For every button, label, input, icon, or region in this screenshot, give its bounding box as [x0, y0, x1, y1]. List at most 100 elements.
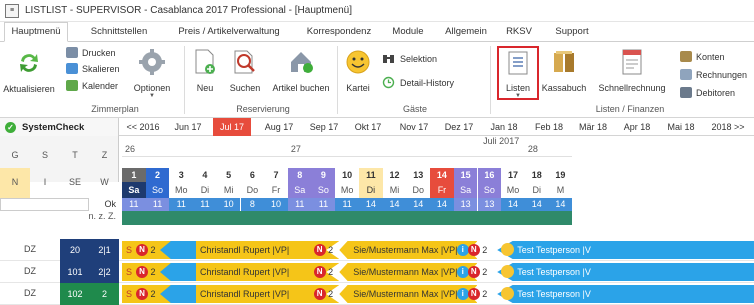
day-number[interactable]: 12	[382, 168, 407, 182]
guest-name[interactable]: Sie/Mustermann Max |VP|	[353, 267, 458, 279]
weekday-label: Mo	[501, 182, 525, 198]
month-link[interactable]: Mär 18	[572, 118, 614, 136]
room-number[interactable]: 102	[60, 283, 90, 305]
ok-label[interactable]: Ok	[89, 199, 119, 211]
info-badge: i	[456, 244, 469, 256]
day-number[interactable]: 14	[430, 168, 454, 182]
tab-korrespondenz[interactable]: Korrespondenz	[302, 23, 376, 41]
tab-support[interactable]: Support	[548, 23, 596, 41]
artikel-buchen-button[interactable]: Artikel buchen	[268, 48, 334, 93]
drucken-button[interactable]: Drucken	[66, 47, 116, 58]
notice-badge: N	[313, 244, 326, 256]
day-number[interactable]: 5	[216, 168, 241, 182]
kassabuch-button[interactable]: Kassabuch	[540, 48, 588, 93]
day-number[interactable]: 4	[193, 168, 217, 182]
day-number[interactable]: 8	[287, 168, 312, 182]
group-label-listen-finanzen: Listen / Finanzen	[595, 104, 665, 114]
filter-input[interactable]	[0, 198, 89, 211]
day-number[interactable]: 2	[145, 168, 170, 182]
selektion-button[interactable]: Selektion	[382, 52, 437, 65]
tab-module[interactable]: Module	[384, 23, 432, 41]
day-number[interactable]: 19	[548, 168, 573, 182]
detail-history-button[interactable]: Detail-History	[382, 76, 454, 89]
chevron-down-icon: ▼	[149, 93, 155, 99]
month-link[interactable]: Okt 17	[347, 118, 389, 136]
weekday-label: Sa	[453, 182, 478, 198]
left-header-col2: I	[43, 177, 47, 187]
tab-rksv[interactable]: RKSV	[502, 23, 536, 41]
listen-button[interactable]: Listen ▼	[499, 50, 537, 99]
group-label-reservierung: Reservierung	[236, 104, 290, 114]
neu-button[interactable]: Neu	[188, 48, 222, 93]
month-link[interactable]: Jan 18	[483, 118, 525, 136]
month-link[interactable]: Sep 17	[303, 118, 345, 136]
tab-hauptmenue[interactable]: Hauptmenü	[4, 22, 68, 42]
week-number: 28	[527, 144, 538, 154]
status-s-label: S	[125, 289, 132, 299]
left-header-col2: W	[100, 177, 109, 187]
weekday-label: So	[311, 182, 336, 198]
month-link[interactable]: Apr 18	[616, 118, 658, 136]
app-icon: ≡	[5, 3, 19, 18]
guest-name[interactable]: Sie/Mustermann Max |VP|	[353, 245, 458, 257]
guest-name[interactable]: Christandl Rupert |VP|	[200, 267, 315, 279]
systemcheck-button[interactable]: ✓ SystemCheck	[0, 118, 119, 136]
day-number[interactable]: 3	[169, 168, 194, 182]
notice-badge: N	[467, 266, 480, 278]
room-type: DZ	[24, 288, 36, 298]
month-link[interactable]: Feb 18	[528, 118, 570, 136]
guest-name[interactable]: Test Testperson |V	[517, 245, 754, 257]
month-link[interactable]: Aug 17	[258, 118, 300, 136]
day-number[interactable]: 17	[501, 168, 525, 182]
schnellrechnung-button[interactable]: Schnellrechnung	[594, 48, 670, 93]
tab-allgemein[interactable]: Allgemein	[440, 23, 492, 41]
skalieren-button[interactable]: Skalieren	[66, 63, 120, 74]
month-link[interactable]: Nov 17	[393, 118, 435, 136]
day-number[interactable]: 18	[524, 168, 549, 182]
guest-name[interactable]: Sie/Mustermann Max |VP|	[353, 289, 458, 301]
notice-count: 2	[150, 289, 156, 299]
konten-button[interactable]: Konten	[680, 51, 725, 62]
day-number[interactable]: 11	[359, 168, 383, 182]
availability-count: 14	[359, 198, 383, 211]
new-document-icon	[195, 49, 215, 74]
debitoren-button[interactable]: Debitoren	[680, 87, 735, 98]
notice-badge: N	[313, 288, 326, 300]
day-number[interactable]: 6	[240, 168, 265, 182]
room-number[interactable]: 20	[60, 239, 90, 261]
month-link[interactable]: Dez 17	[438, 118, 480, 136]
room-number[interactable]: 101	[60, 261, 90, 283]
day-number[interactable]: 9	[311, 168, 336, 182]
guest-name[interactable]: Christandl Rupert |VP|	[200, 245, 315, 257]
day-number[interactable]: 7	[264, 168, 288, 182]
notice-count: 2	[150, 267, 156, 277]
suchen-button[interactable]: Suchen	[225, 48, 265, 93]
day-number[interactable]: 13	[406, 168, 431, 182]
tab-schnittstellen[interactable]: Schnittstellen	[82, 23, 156, 41]
day-number[interactable]: 15	[453, 168, 478, 182]
left-header-col: S	[41, 150, 48, 160]
aktualisieren-button[interactable]: Aktualisieren	[2, 50, 56, 94]
weekday-label: Fr	[264, 182, 288, 198]
day-number[interactable]: 1	[122, 168, 146, 182]
month-link[interactable]: Jun 17	[167, 118, 209, 136]
month-link[interactable]: << 2016	[122, 118, 164, 136]
group-label-gaeste: Gäste	[402, 104, 427, 114]
weekday-label: Do	[240, 182, 265, 198]
week-divider	[122, 156, 573, 157]
month-link[interactable]: Jul 17	[213, 118, 251, 136]
day-number[interactable]: 10	[335, 168, 359, 182]
tab-preis-artikelverwaltung[interactable]: Preis / Artikelverwaltung	[166, 23, 292, 41]
guest-name[interactable]: Test Testperson |V	[517, 267, 754, 279]
availability-count: 14	[524, 198, 549, 211]
day-number[interactable]: 16	[477, 168, 502, 182]
rechnungen-button[interactable]: Rechnungen	[680, 69, 747, 80]
month-link[interactable]: 2018 >>	[705, 118, 751, 136]
guest-name[interactable]: Christandl Rupert |VP|	[200, 289, 315, 301]
guest-name[interactable]: Test Testperson |V	[517, 289, 754, 301]
availability-count: 14	[548, 198, 573, 211]
month-link[interactable]: Mai 18	[660, 118, 702, 136]
optionen-button[interactable]: Optionen ▼	[130, 48, 174, 99]
kalender-button[interactable]: Kalender	[66, 80, 118, 91]
kartei-button[interactable]: Kartei	[340, 48, 376, 93]
